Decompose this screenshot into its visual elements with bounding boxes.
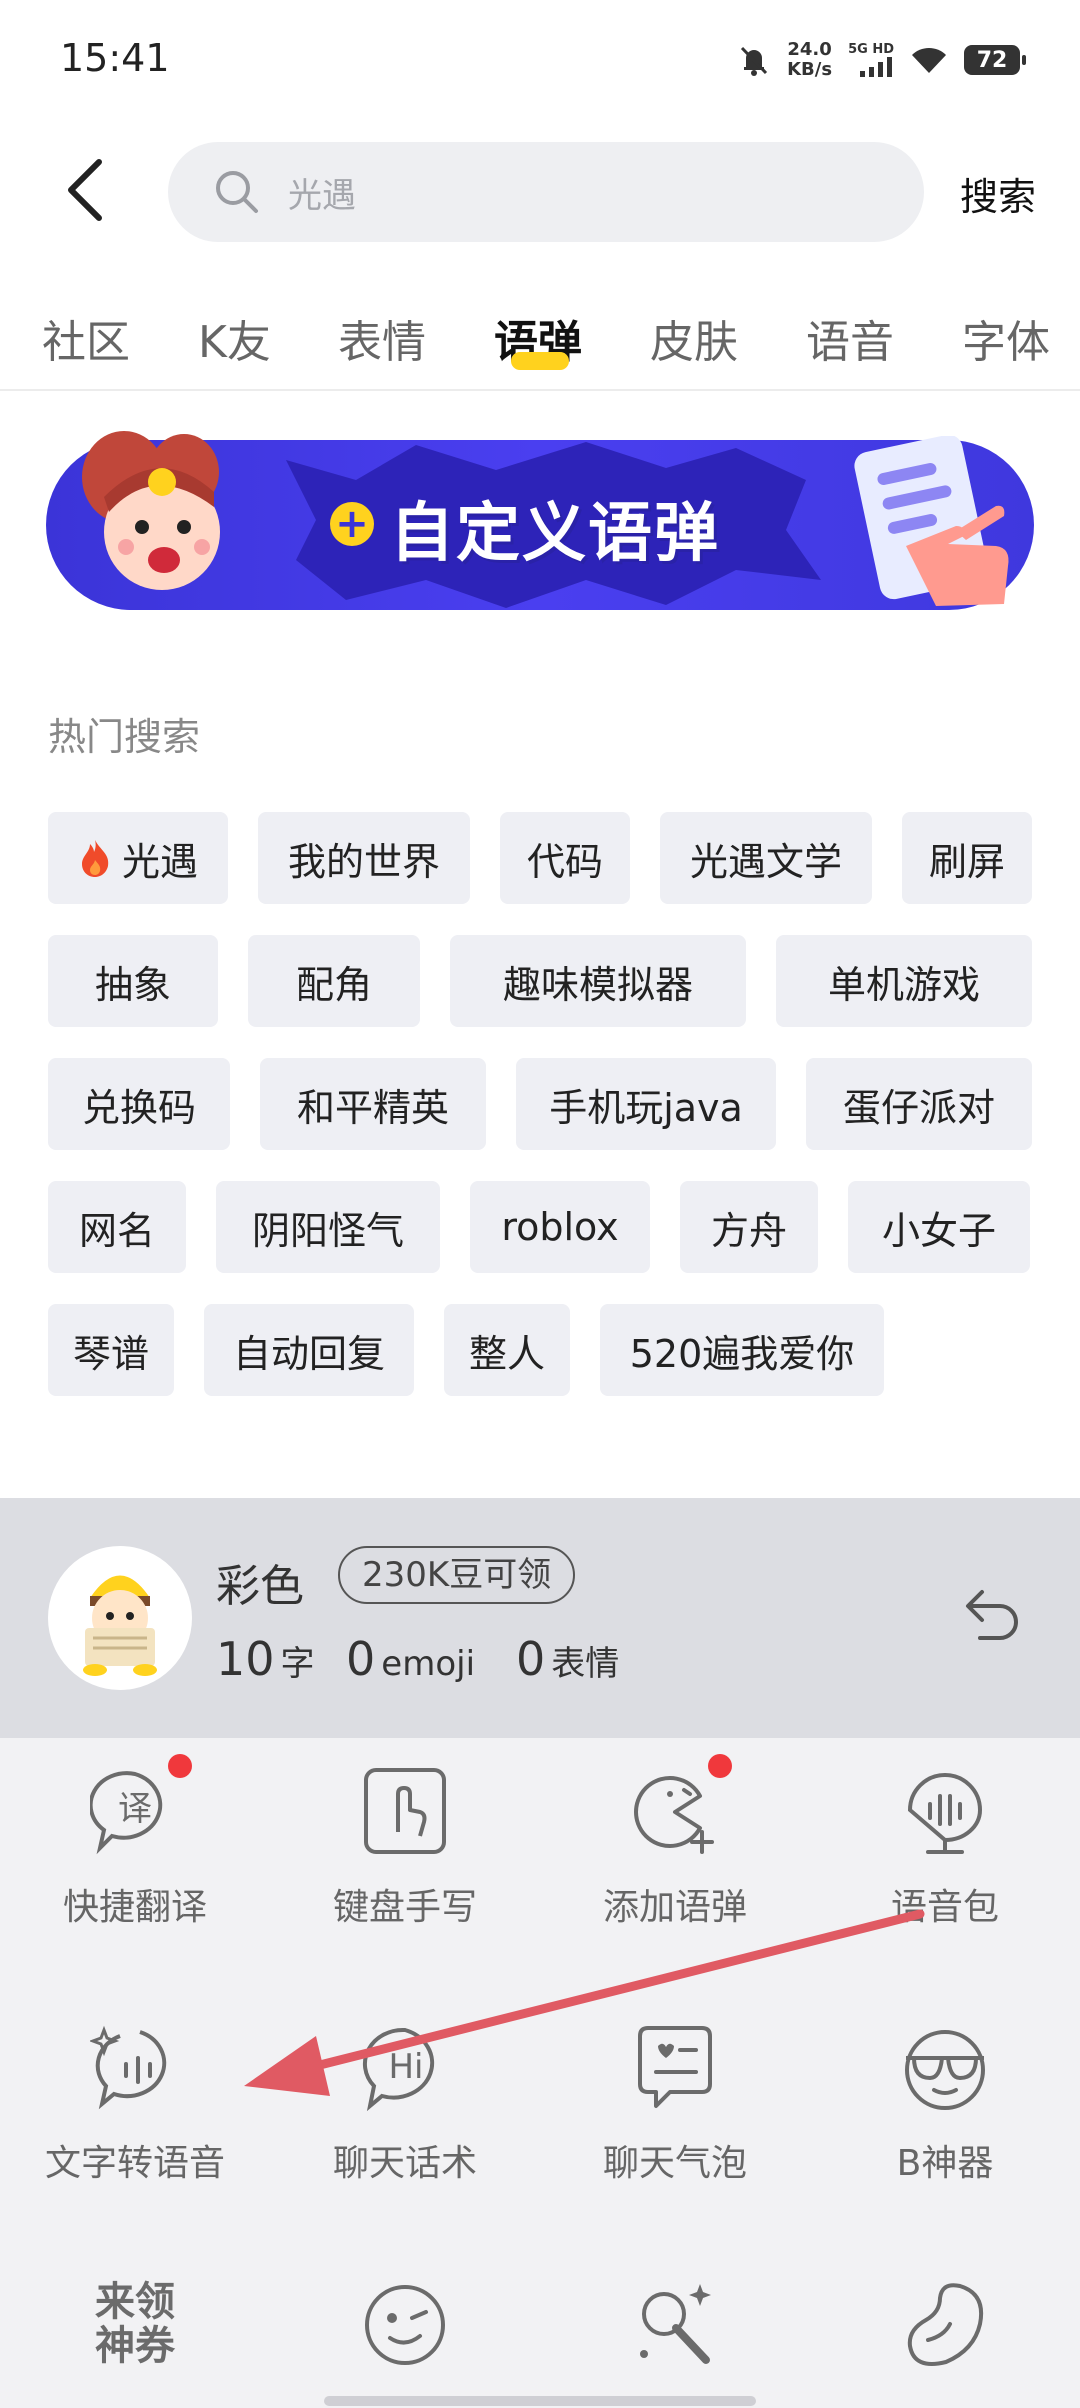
hot-tag[interactable]: 蛋仔派对: [806, 1058, 1032, 1150]
tool-microphone[interactable]: [540, 2280, 810, 2370]
tab-stickers[interactable]: 表情: [338, 306, 426, 370]
hot-tag[interactable]: 光遇文学: [660, 812, 872, 904]
coupon-text-icon: 来领 神券: [95, 2279, 175, 2369]
tool-bean[interactable]: [810, 2280, 1080, 2370]
cartoon-girl-illustration: [82, 431, 220, 590]
hot-tag[interactable]: 和平精英: [260, 1058, 486, 1150]
bean-icon: [907, 2283, 983, 2366]
text-to-speech-icon: [88, 2025, 167, 2110]
tool-text-to-speech[interactable]: 文字转语音: [0, 2022, 270, 2186]
search-placeholder: 光遇: [288, 175, 356, 216]
hot-tag[interactable]: 代码: [500, 812, 630, 904]
tool-chat-bubbles[interactable]: 聊天气泡: [540, 2022, 810, 2186]
hot-tag[interactable]: 兑换码: [48, 1058, 230, 1150]
svg-text:Hi: Hi: [388, 2047, 423, 2087]
fire-icon: [81, 840, 109, 877]
chat-bubble-icon: [638, 2026, 712, 2108]
hot-tag[interactable]: 抽象: [48, 935, 218, 1027]
chevron-left-icon: [68, 159, 102, 221]
microphone-sparkle-icon: [640, 2284, 711, 2364]
home-indicator: [324, 2396, 756, 2406]
category-tabs: 社区 K友 表情 语弹 皮肤 语音 字体: [0, 300, 1080, 390]
hot-tag[interactable]: 网名: [48, 1181, 186, 1273]
hot-tag[interactable]: 刷屏: [902, 812, 1032, 904]
net-speed: 24.0 KB/s: [787, 39, 833, 80]
search-button[interactable]: 搜索: [960, 166, 1036, 221]
cartoon-avatar-icon: [83, 1575, 157, 1676]
voice-pack-icon: [907, 1773, 983, 1854]
tool-emoji-face[interactable]: [270, 2280, 540, 2370]
tab-k-friends[interactable]: K友: [198, 306, 271, 370]
svg-text:译: 译: [118, 1789, 152, 1829]
hot-tag[interactable]: 自动回复: [204, 1304, 414, 1396]
battery-icon: 72: [964, 45, 1026, 75]
tool-coupon[interactable]: 来领 神券: [0, 2280, 270, 2370]
status-bar: 15:41 24.0 KB/s 5G HD 72: [0, 0, 1080, 120]
hot-tag[interactable]: 趣味模拟器: [450, 935, 746, 1027]
mute-bell-icon: [741, 46, 768, 76]
status-time: 15:41: [60, 36, 170, 80]
back-button[interactable]: [50, 150, 120, 230]
plus-icon: +: [330, 502, 374, 546]
notification-dot: [708, 1754, 732, 1778]
hot-tag[interactable]: 我的世界: [258, 812, 470, 904]
status-icons: 24.0 KB/s 5G HD 72: [737, 39, 1026, 80]
stat-characters: 10 字: [216, 1632, 315, 1686]
hot-tag[interactable]: 520遍我爱你: [600, 1304, 884, 1396]
stat-emoji: 0 emoji: [346, 1632, 476, 1686]
add-phrase-icon: [634, 1776, 714, 1854]
signal-icon: 5G HD: [848, 43, 894, 77]
search-input[interactable]: 光遇: [168, 142, 924, 242]
hot-tag[interactable]: 小女子: [848, 1181, 1030, 1273]
tool-add-phrase[interactable]: 添加语弹: [540, 1766, 810, 1930]
hot-tag[interactable]: 整人: [444, 1304, 570, 1396]
hi-bubble-icon: Hi: [362, 2027, 435, 2112]
tab-community[interactable]: 社区: [42, 306, 130, 370]
hot-tag[interactable]: 方舟: [680, 1181, 818, 1273]
tab-fonts[interactable]: 字体: [962, 306, 1050, 370]
wifi-icon: [912, 47, 946, 73]
hot-tag[interactable]: 单机游戏: [776, 935, 1032, 1027]
translate-icon: 译: [88, 1771, 163, 1855]
avatar[interactable]: [48, 1546, 192, 1690]
active-tab-indicator: [511, 352, 569, 370]
tool-b-artifact[interactable]: B神器: [810, 2022, 1080, 2186]
banner-title: 自定义语弹: [390, 497, 720, 571]
hot-search-title: 热门搜索: [48, 715, 201, 759]
hot-tag[interactable]: 琴谱: [48, 1304, 174, 1396]
hot-tag[interactable]: 手机玩java: [516, 1058, 776, 1150]
wink-face-icon: [365, 2285, 445, 2365]
tab-voice[interactable]: 语音: [806, 306, 894, 370]
tool-quick-translate[interactable]: 译 快捷翻译: [0, 1766, 270, 1930]
beans-badge[interactable]: 230K豆可领: [338, 1546, 576, 1604]
tool-keyboard-handwriting[interactable]: 键盘手写: [270, 1766, 540, 1930]
hot-tag[interactable]: 配角: [248, 935, 420, 1027]
hot-tag[interactable]: 光遇: [48, 812, 228, 904]
sunglasses-face-icon: [905, 2030, 985, 2110]
phone-hand-illustration: [854, 436, 1009, 606]
undo-icon[interactable]: [960, 1586, 1024, 1646]
tool-chat-scripts[interactable]: Hi 聊天话术: [270, 2022, 540, 2186]
search-icon: [216, 171, 258, 213]
stat-stickers: 0 表情: [516, 1632, 620, 1686]
divider: [0, 389, 1080, 391]
tool-voice-pack[interactable]: 语音包: [810, 1766, 1080, 1930]
hot-tag[interactable]: 阴阳怪气: [216, 1181, 440, 1273]
keyboard-skin-name: 彩色: [216, 1561, 304, 1612]
tab-skins[interactable]: 皮肤: [650, 306, 738, 370]
handwriting-icon: [364, 1768, 446, 1854]
notification-dot: [168, 1754, 192, 1778]
hot-tag[interactable]: roblox: [470, 1181, 650, 1273]
